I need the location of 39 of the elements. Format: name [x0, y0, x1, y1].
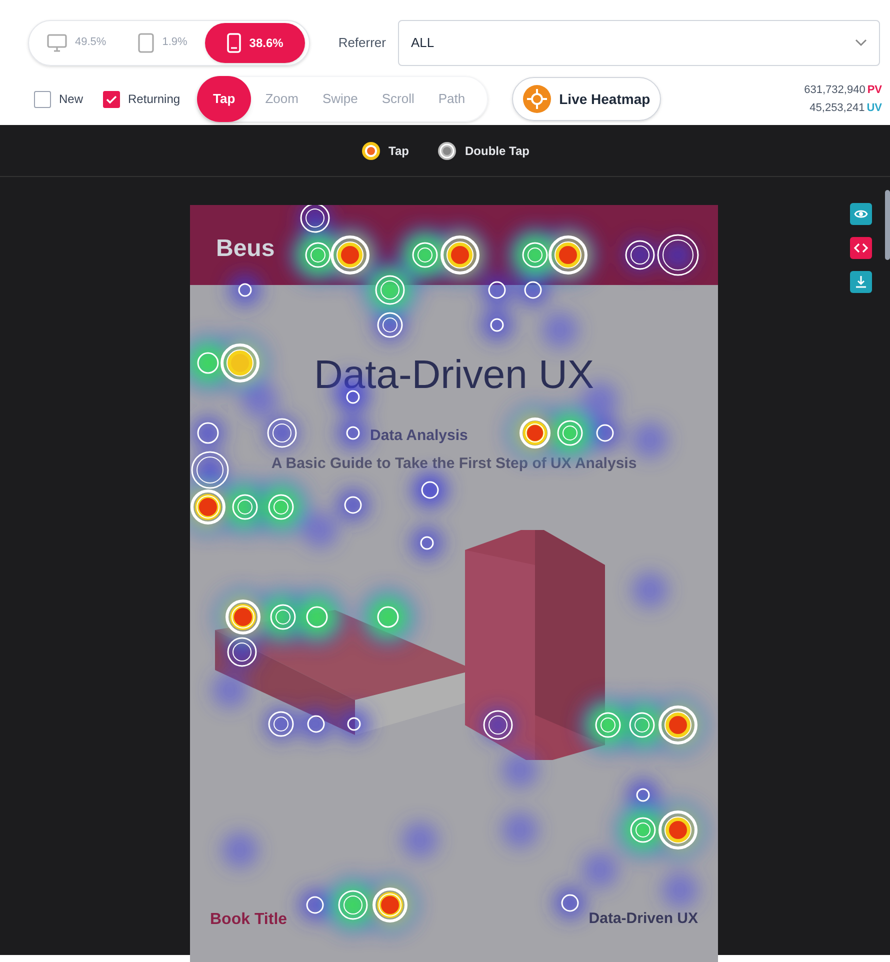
gesture-tab[interactable]: Swipe [312, 76, 368, 122]
gesture-tab[interactable]: Zoom [255, 76, 308, 122]
checkbox[interactable] [34, 90, 51, 108]
stat-unit: UV [866, 101, 882, 116]
phone-icon [227, 32, 242, 52]
gesture-tab[interactable]: Path [428, 76, 476, 122]
gesture-tab[interactable]: Tap [197, 76, 252, 122]
chevron-down-icon [855, 38, 867, 46]
monitor-icon [47, 34, 67, 52]
code-icon[interactable] [850, 237, 872, 259]
gesture-tab[interactable]: Scroll [372, 76, 424, 122]
book-tagline: A Basic Guide to Take the First Step of UX Analysis [270, 454, 638, 474]
checkbox-label[interactable]: Returning [128, 90, 180, 108]
stat-value: 631,732,940 [804, 83, 866, 98]
device-tab[interactable]: 49.5% [33, 22, 120, 62]
footer-book-title: Book Title [210, 910, 288, 930]
brand-logo: Beus [216, 234, 275, 264]
book-title: Data-Driven UX [312, 352, 596, 399]
device-tab[interactable]: 38.6% [205, 22, 306, 62]
download-icon[interactable] [850, 271, 872, 293]
referrer-label: Referrer [338, 34, 386, 52]
live-heatmap-icon [523, 85, 552, 113]
double-tap-ring-icon [437, 140, 457, 160]
legend-label: Double Tap [465, 142, 530, 160]
referrer-select[interactable]: ALL [398, 20, 880, 66]
stat-unit: PV [867, 83, 882, 98]
eye-icon[interactable] [850, 203, 872, 225]
tap-ring-icon [360, 140, 381, 160]
checkbox[interactable] [103, 90, 120, 108]
stat-value: 45,253,241 [810, 101, 865, 116]
footer-book-name: Data-Driven UX [588, 909, 698, 929]
checkbox-label[interactable]: New [59, 90, 84, 108]
checkmark-icon [106, 94, 118, 104]
scrollbar[interactable] [885, 190, 890, 260]
book-subtitle: Data Analysis [370, 426, 468, 446]
live-heatmap-button[interactable]: Live Heatmap [512, 77, 662, 121]
device-tab[interactable]: 1.9% [124, 22, 202, 62]
tablet-icon [138, 32, 154, 52]
legend-label: Tap [388, 142, 409, 160]
